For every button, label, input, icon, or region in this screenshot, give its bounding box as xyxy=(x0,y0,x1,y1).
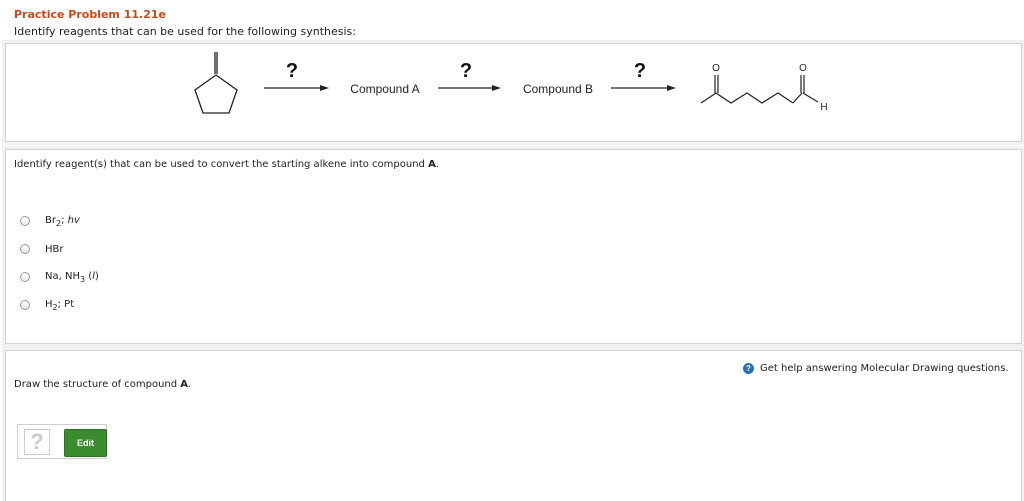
help-link-text[interactable]: Get help answering Molecular Drawing que… xyxy=(760,363,1009,374)
edit-button[interactable]: Edit xyxy=(64,429,107,457)
option-label: HBr xyxy=(45,243,64,255)
starting-alkene-structure xyxy=(194,52,238,114)
radio-button[interactable] xyxy=(20,216,30,226)
page-title: Practice Problem 11.21e xyxy=(14,8,166,21)
reaction-scheme: ? Compound A ? Compound B ? O O H xyxy=(194,52,828,114)
compound-a-label: Compound A xyxy=(350,82,419,96)
option-label: Na, NH3 (l) xyxy=(45,270,99,284)
option-br2-hv[interactable]: Br2; hv xyxy=(20,213,80,229)
option-na-nh3[interactable]: Na, NH3 (l) xyxy=(20,269,99,285)
option-hbr[interactable]: HBr xyxy=(20,241,64,257)
instructions: Identify reagents that can be used for t… xyxy=(14,25,356,38)
product-hydrogen: H xyxy=(820,102,827,113)
radio-button[interactable] xyxy=(20,300,30,310)
empty-structure-placeholder-icon: ? xyxy=(24,429,50,455)
arrow-1-label: ? xyxy=(286,60,298,82)
option-label: H2; Pt xyxy=(45,298,75,312)
molecule-drawing-box: ? Edit xyxy=(17,424,107,459)
help-icon[interactable]: ? xyxy=(743,363,754,374)
arrow-2-label: ? xyxy=(460,60,472,82)
radio-button[interactable] xyxy=(20,244,30,254)
option-label: Br2; hv xyxy=(45,214,80,228)
product-oxygen-1: O xyxy=(712,63,720,74)
reaction-arrow-2 xyxy=(438,85,501,91)
radio-button[interactable] xyxy=(20,272,30,282)
option-h2-pt[interactable]: H2; Pt xyxy=(20,297,74,313)
arrow-3-label: ? xyxy=(634,60,646,82)
product-oxygen-2: O xyxy=(799,63,807,74)
reaction-arrow-1 xyxy=(264,85,329,91)
reaction-scheme-panel: ? Compound A ? Compound B ? O O H xyxy=(5,43,1022,142)
product-structure xyxy=(700,75,819,104)
question-1-panel: Identify reagent(s) that can be used to … xyxy=(5,149,1022,344)
question-2-prompt: Draw the structure of compound A. xyxy=(14,379,192,390)
help-link[interactable]: ? Get help answering Molecular Drawing q… xyxy=(743,363,1009,374)
question-1-prompt: Identify reagent(s) that can be used to … xyxy=(14,159,440,170)
compound-b-label: Compound B xyxy=(523,82,593,96)
reaction-arrow-3 xyxy=(611,85,676,91)
question-2-panel: ? Get help answering Molecular Drawing q… xyxy=(5,350,1022,501)
